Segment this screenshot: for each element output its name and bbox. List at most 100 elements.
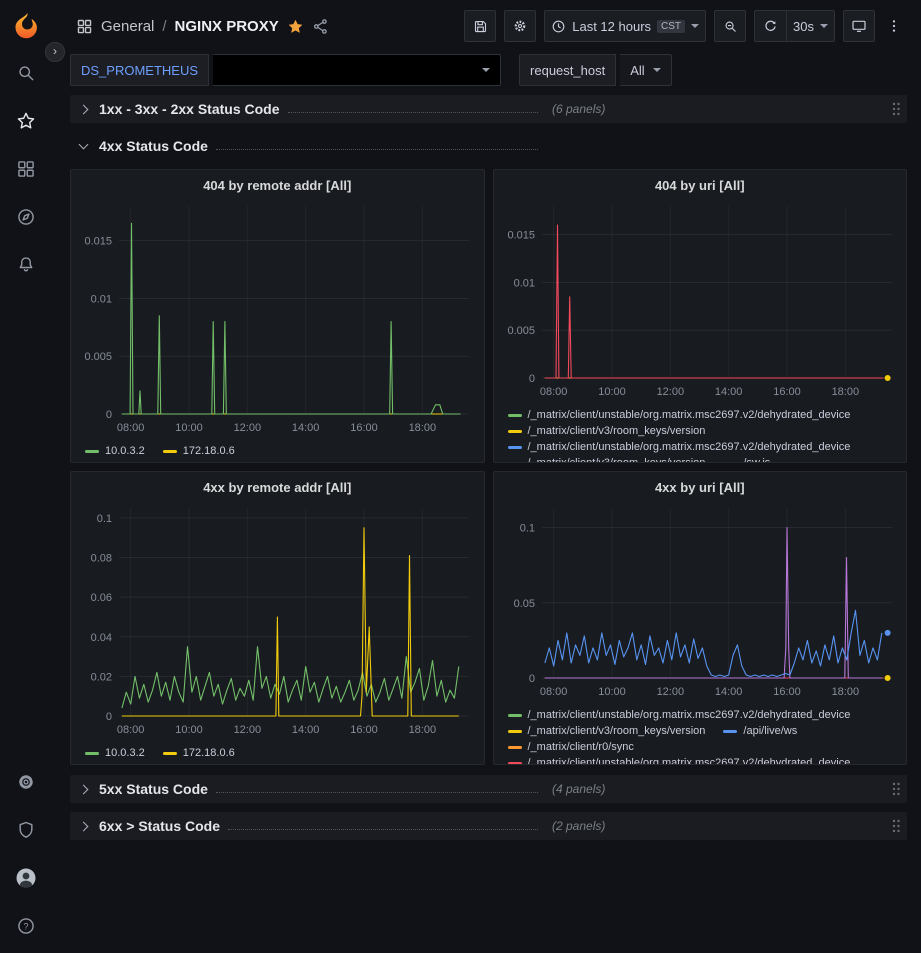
svg-text:0.1: 0.1 xyxy=(519,523,534,535)
save-dashboard-button[interactable] xyxy=(464,10,496,42)
favorite-star-icon[interactable] xyxy=(287,18,304,35)
row-drag-handle-icon[interactable] xyxy=(891,818,901,834)
dotted-leader xyxy=(228,829,538,830)
panel-legend: /_matrix/client/unstable/org.matrix.msc2… xyxy=(502,407,899,462)
legend-label: 10.0.3.2 xyxy=(105,747,145,759)
explore-compass-icon[interactable] xyxy=(9,200,43,234)
tv-mode-button[interactable] xyxy=(843,10,875,42)
legend-swatch xyxy=(508,746,522,749)
legend-label: /api/live/ws xyxy=(743,725,797,737)
legend-label: /_matrix/client/r0/sync xyxy=(528,741,634,753)
svg-text:18:00: 18:00 xyxy=(409,422,437,434)
share-icon[interactable] xyxy=(312,18,329,35)
row-6xx-status-code[interactable]: 6xx > Status Code (2 panels) xyxy=(70,812,907,840)
user-avatar[interactable] xyxy=(9,861,43,895)
starred-dashboards-icon[interactable] xyxy=(9,104,43,138)
row-panel-count: (2 panels) xyxy=(552,819,605,833)
svg-text:0.015: 0.015 xyxy=(507,230,535,242)
timeseries-chart[interactable]: 08:0010:0012:0014:0016:0018:0000.0050.01… xyxy=(79,200,476,443)
expand-sidebar-button[interactable]: › xyxy=(45,42,65,62)
refresh-button-group: 30s xyxy=(754,10,835,42)
panel-4xx-by-remote-addr: 4xx by remote addr [All] 08:0010:0012:00… xyxy=(70,471,485,765)
chevron-down-icon xyxy=(691,24,699,28)
timeseries-chart[interactable]: 08:0010:0012:0014:0016:0018:0000.0050.01… xyxy=(502,200,899,407)
settings-gear-icon[interactable] xyxy=(9,765,43,799)
svg-text:0.005: 0.005 xyxy=(84,351,112,363)
legend-swatch xyxy=(723,730,737,733)
datasource-variable-label[interactable]: DS_PROMETHEUS xyxy=(70,54,209,86)
legend-swatch xyxy=(508,462,522,463)
zoom-out-time-button[interactable] xyxy=(714,10,746,42)
breadcrumb-separator: / xyxy=(162,18,166,35)
chevron-right-icon xyxy=(79,104,89,114)
row-4xx-status-code[interactable]: 4xx Status Code xyxy=(70,132,907,160)
legend-item[interactable]: /_matrix/client/unstable/org.matrix.msc2… xyxy=(508,757,851,764)
panel-title[interactable]: 4xx by remote addr [All] xyxy=(79,472,476,502)
dotted-leader xyxy=(216,149,538,150)
legend-item[interactable]: /_matrix/client/v3/room_keys/version xyxy=(508,425,706,437)
legend-item[interactable]: 10.0.3.2 xyxy=(85,445,145,457)
search-icon[interactable] xyxy=(9,56,43,90)
svg-text:0.01: 0.01 xyxy=(91,293,112,305)
svg-text:14:00: 14:00 xyxy=(292,724,320,736)
row-5xx-status-code[interactable]: 5xx Status Code (4 panels) xyxy=(70,775,907,803)
time-range-picker[interactable]: Last 12 hours CST xyxy=(544,10,706,42)
legend-label: /_matrix/client/v3/room_keys/version xyxy=(528,425,706,437)
legend-label: /_matrix/client/unstable/org.matrix.msc2… xyxy=(528,757,851,764)
page-title: NGINX PROXY xyxy=(175,18,279,35)
legend-swatch xyxy=(163,752,177,755)
legend-item[interactable]: /api/live/ws xyxy=(723,725,797,737)
timeseries-chart[interactable]: 08:0010:0012:0014:0016:0018:0000.020.040… xyxy=(79,502,476,745)
chevron-down-icon xyxy=(482,68,490,72)
dashboard-settings-button[interactable] xyxy=(504,10,536,42)
panel-legend: 10.0.3.2 172.18.0.6 xyxy=(79,443,476,462)
legend-swatch xyxy=(508,414,522,417)
legend-item[interactable]: 172.18.0.6 xyxy=(163,445,235,457)
refresh-interval-picker[interactable]: 30s xyxy=(786,10,835,42)
gear-icon xyxy=(512,18,528,34)
request-host-variable-label[interactable]: request_host xyxy=(519,54,616,86)
legend-item[interactable]: /sw.js xyxy=(723,457,770,462)
kebab-menu-icon xyxy=(886,18,902,34)
timezone-badge: CST xyxy=(657,20,685,33)
dashboards-icon[interactable] xyxy=(9,152,43,186)
legend-label: 10.0.3.2 xyxy=(105,445,145,457)
svg-text:08:00: 08:00 xyxy=(117,422,145,434)
row-drag-handle-icon[interactable] xyxy=(891,781,901,797)
help-icon[interactable]: ? xyxy=(9,909,43,943)
svg-text:18:00: 18:00 xyxy=(831,686,859,698)
chevron-down-icon xyxy=(820,24,828,28)
grafana-logo[interactable] xyxy=(9,8,43,42)
legend-item[interactable]: 10.0.3.2 xyxy=(85,747,145,759)
panel-title[interactable]: 404 by remote addr [All] xyxy=(79,170,476,200)
svg-text:18:00: 18:00 xyxy=(831,386,859,398)
row-1xx-3xx-2xx-status-code[interactable]: 1xx - 3xx - 2xx Status Code (6 panels) xyxy=(70,95,907,123)
legend-label: 172.18.0.6 xyxy=(183,747,235,759)
legend-swatch xyxy=(508,446,522,449)
panel-title[interactable]: 4xx by uri [All] xyxy=(502,472,899,502)
breadcrumb-folder[interactable]: General xyxy=(101,18,154,35)
refresh-button[interactable] xyxy=(754,10,786,42)
legend-item[interactable]: /_matrix/client/r0/sync xyxy=(508,741,634,753)
legend-item[interactable]: /_matrix/client/unstable/org.matrix.msc2… xyxy=(508,441,851,453)
request-host-variable-value[interactable]: All xyxy=(620,54,671,86)
legend-item[interactable]: /_matrix/client/unstable/org.matrix.msc2… xyxy=(508,409,851,421)
legend-item[interactable]: /_matrix/client/v3/room_keys/version xyxy=(508,457,706,462)
row-drag-handle-icon[interactable] xyxy=(891,101,901,117)
timeseries-chart[interactable]: 08:0010:0012:0014:0016:0018:0000.050.1 xyxy=(502,502,899,707)
row-title: 5xx Status Code xyxy=(99,781,208,797)
svg-text:0.01: 0.01 xyxy=(513,277,534,289)
monitor-icon xyxy=(851,18,867,34)
datasource-variable-value[interactable] xyxy=(213,54,501,86)
server-admin-shield-icon[interactable] xyxy=(9,813,43,847)
dashboard-content: 1xx - 3xx - 2xx Status Code (6 panels) 4… xyxy=(52,88,921,953)
dotted-leader xyxy=(288,112,538,113)
legend-item[interactable]: 172.18.0.6 xyxy=(163,747,235,759)
panel-title[interactable]: 404 by uri [All] xyxy=(502,170,899,200)
main-area: General / NGINX PROXY Last 12 hours CST xyxy=(52,0,921,953)
legend-item[interactable]: /_matrix/client/v3/room_keys/version xyxy=(508,725,706,737)
svg-text:08:00: 08:00 xyxy=(539,686,567,698)
more-options-kebab-button[interactable] xyxy=(883,10,905,42)
legend-item[interactable]: /_matrix/client/unstable/org.matrix.msc2… xyxy=(508,709,851,721)
alerting-bell-icon[interactable] xyxy=(9,248,43,282)
